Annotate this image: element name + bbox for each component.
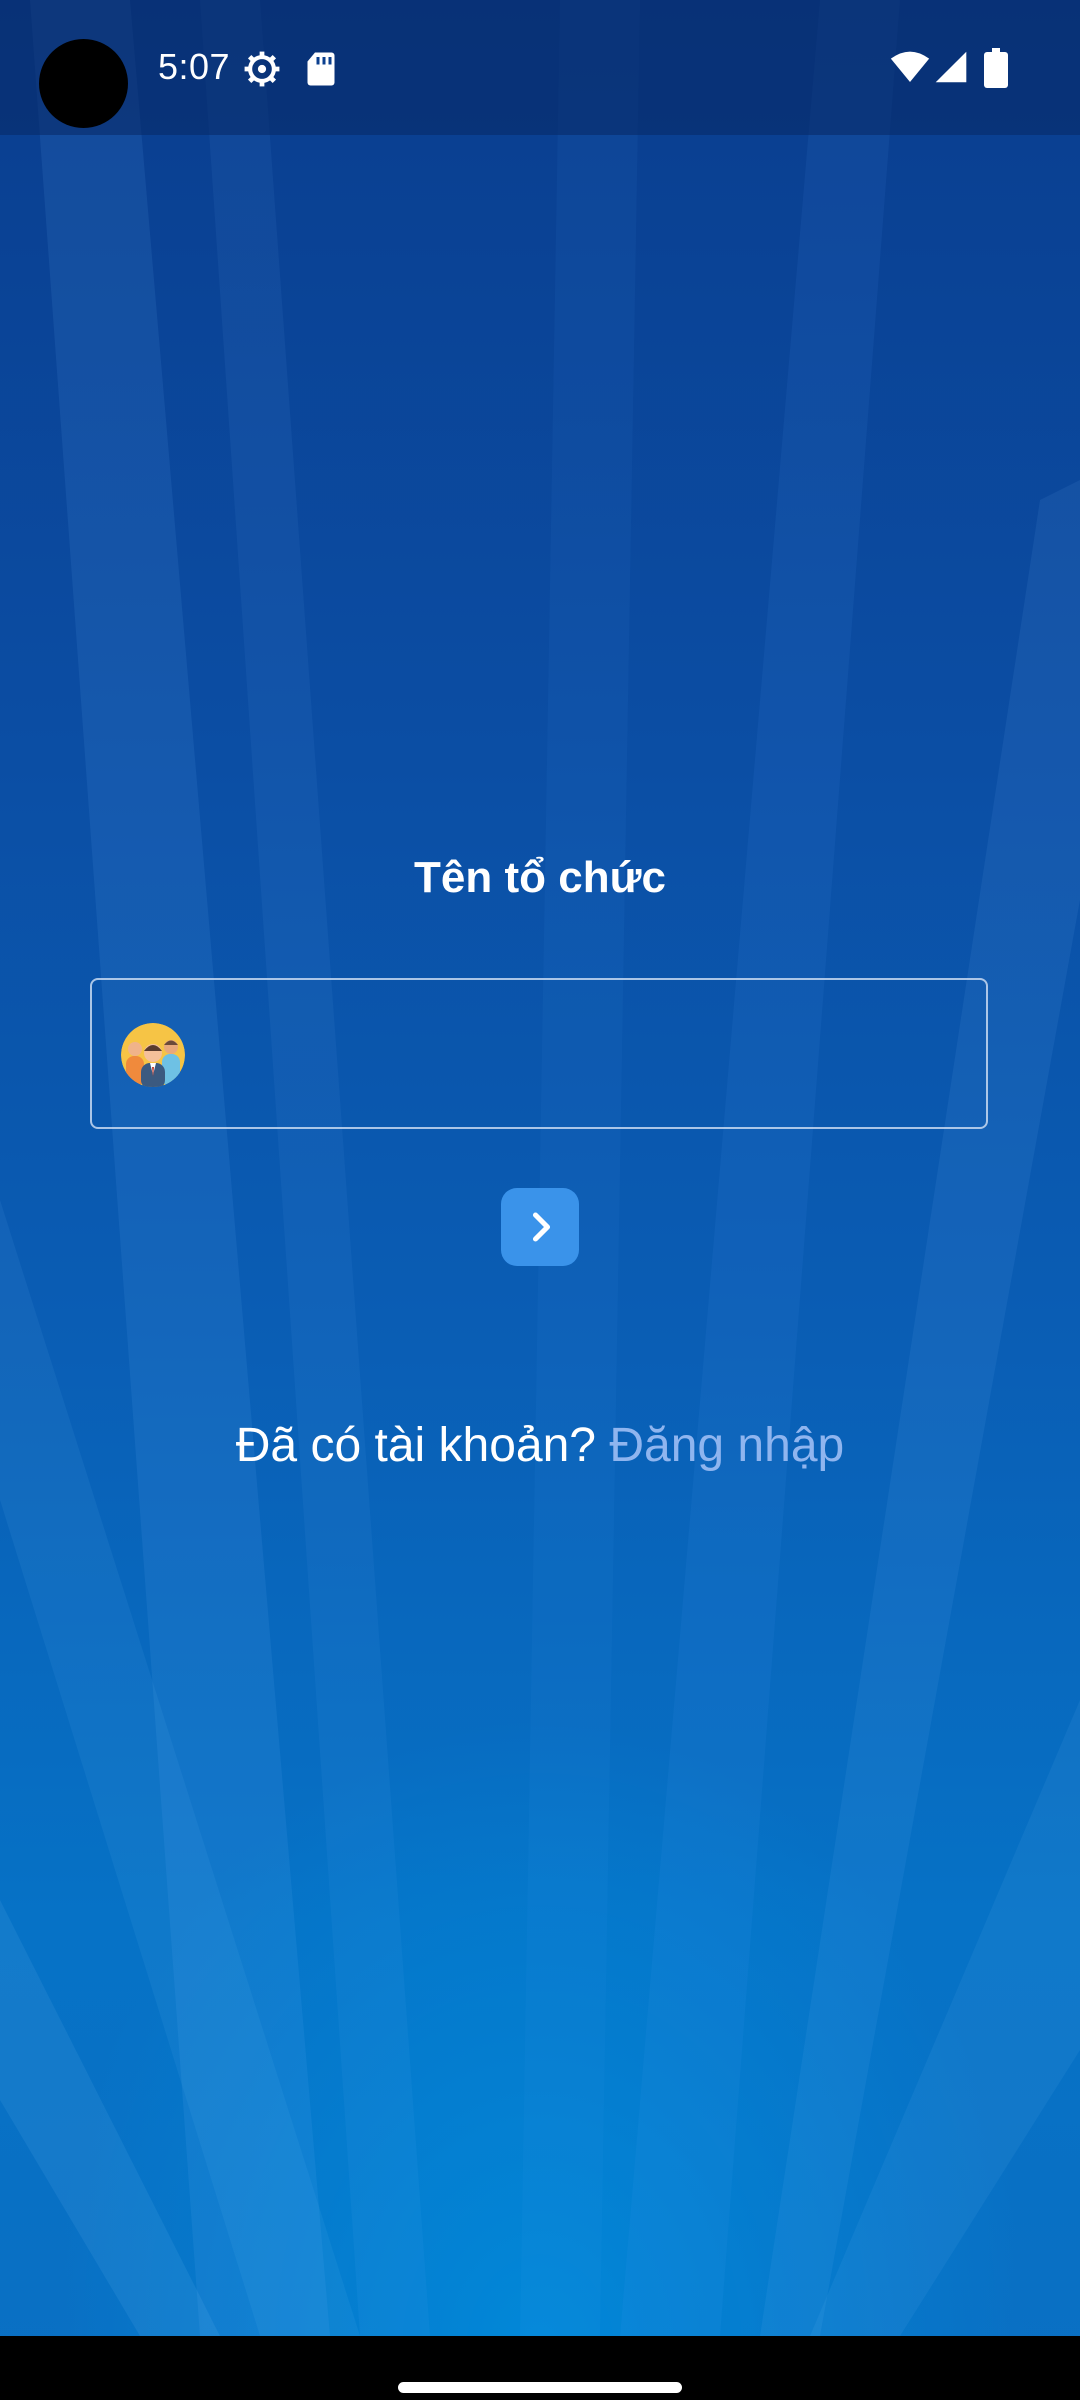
login-prompt: Đã có tài khoản? Đăng nhập xyxy=(0,1418,1080,1473)
screen: 5:07 Tên tổ chức Đã có tài khoản? Đăng n… xyxy=(0,0,1080,2400)
status-time: 5:07 xyxy=(158,46,231,87)
chevron-right-icon xyxy=(532,1212,551,1242)
home-indicator[interactable] xyxy=(398,2382,682,2393)
next-button[interactable] xyxy=(501,1188,579,1266)
organization-name-input[interactable] xyxy=(212,980,966,1129)
status-bar: 5:07 xyxy=(0,0,1080,135)
settings-gear-icon xyxy=(244,51,280,87)
page-title: Tên tổ chức xyxy=(414,853,666,902)
login-link[interactable]: Đăng nhập xyxy=(609,1419,844,1472)
login-question: Đã có tài khoản? xyxy=(235,1419,596,1472)
people-avatar-icon xyxy=(121,1023,185,1087)
sd-card-icon xyxy=(307,52,335,86)
camera-cutout xyxy=(39,39,128,128)
wifi-icon xyxy=(890,51,930,82)
cell-signal-icon xyxy=(935,51,967,83)
battery-icon xyxy=(984,48,1008,88)
organization-name-field[interactable] xyxy=(90,978,988,1129)
background-light-rays xyxy=(0,0,1080,2336)
